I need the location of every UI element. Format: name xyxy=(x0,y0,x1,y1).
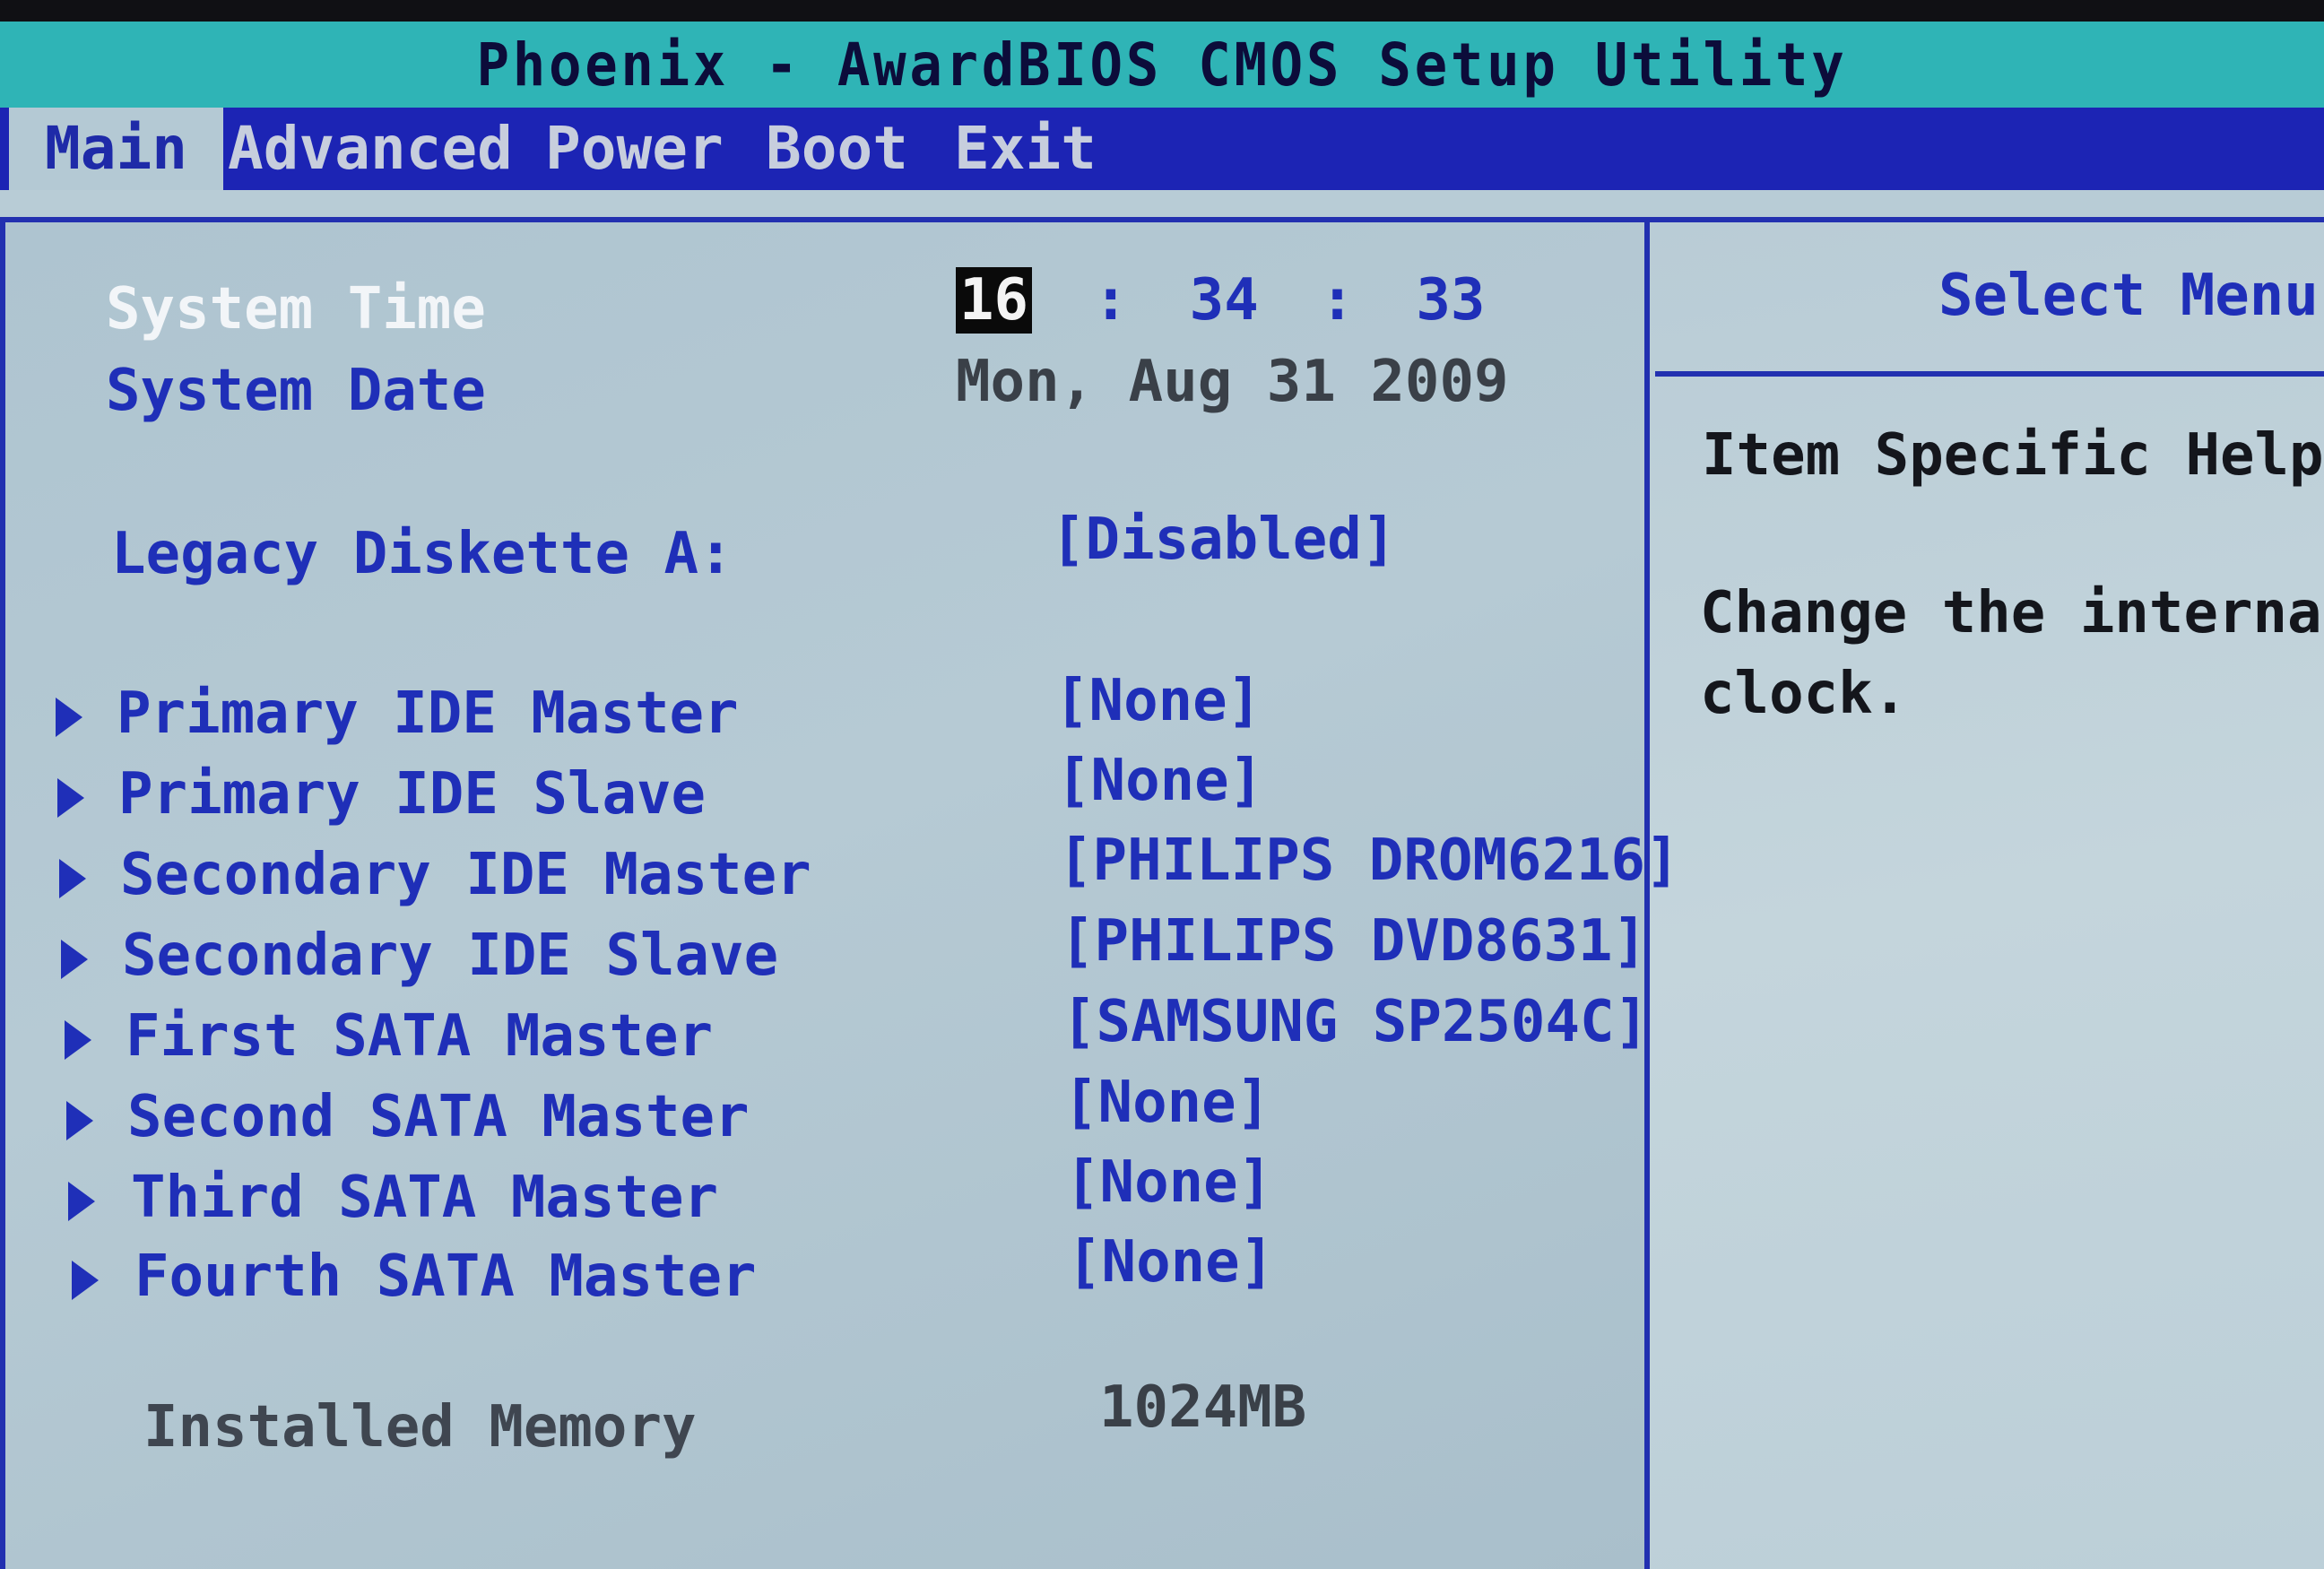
drive-item-secondary-ide-slave[interactable]: Secondary IDE Slave xyxy=(122,920,778,992)
time-minute-field[interactable]: 34 xyxy=(1190,267,1259,334)
bios-screen: Phoenix - AwardBIOS CMOS Setup Utility M… xyxy=(0,0,2324,1569)
drive-item-third-sata-master[interactable]: Third SATA Master xyxy=(131,1162,718,1234)
menu-tab-boot[interactable]: Boot xyxy=(766,108,908,190)
help-description-line-1: Change the internal xyxy=(1700,580,2324,646)
installed-memory-value: 1024MB xyxy=(1099,1374,1307,1441)
submenu-arrow-icon xyxy=(61,940,88,979)
screen-top-edge xyxy=(0,0,2324,22)
submenu-arrow-icon xyxy=(57,778,84,818)
system-date-label: System Date xyxy=(106,358,486,424)
drive-value-third-sata-master: [None] xyxy=(1065,1149,1273,1216)
menu-bar: Main Advanced Power Boot Exit xyxy=(0,108,2324,194)
time-separator: : xyxy=(1093,267,1129,334)
menu-separator-band xyxy=(0,190,2324,217)
time-second-field[interactable]: 33 xyxy=(1416,267,1485,334)
submenu-arrow-icon xyxy=(68,1182,95,1221)
help-panel-divider xyxy=(1655,371,2324,377)
submenu-arrow-icon xyxy=(66,1101,93,1140)
title-bar: Phoenix - AwardBIOS CMOS Setup Utility xyxy=(0,22,2324,108)
menu-tab-main[interactable]: Main xyxy=(9,108,223,194)
menu-tab-advanced[interactable]: Advanced xyxy=(228,108,513,190)
menu-tab-power[interactable]: Power xyxy=(545,108,724,190)
drive-item-primary-ide-master[interactable]: Primary IDE Master xyxy=(117,678,739,750)
system-date-value[interactable]: Mon, Aug 31 2009 xyxy=(956,346,1509,418)
drive-item-first-sata-master[interactable]: First SATA Master xyxy=(126,1001,713,1072)
help-description-line-2: clock. xyxy=(1700,661,1908,727)
drive-item-secondary-ide-master[interactable]: Secondary IDE Master xyxy=(120,839,811,911)
drive-value-secondary-ide-master: [PHILIPS DROM6216] xyxy=(1058,828,1680,894)
drive-value-first-sata-master: [SAMSUNG SP2504C] xyxy=(1062,989,1650,1055)
drive-value-primary-ide-slave: [None] xyxy=(1056,748,1264,814)
installed-memory-label: Installed Memory xyxy=(143,1394,697,1461)
item-specific-help-heading: Item Specific Help xyxy=(1702,412,2324,498)
window-title: Phoenix - AwardBIOS CMOS Setup Utility xyxy=(476,30,1848,100)
submenu-arrow-icon xyxy=(72,1261,99,1300)
drive-value-second-sata-master: [None] xyxy=(1063,1070,1271,1136)
submenu-arrow-icon xyxy=(65,1020,91,1060)
system-time-value[interactable]: 16 : 34 : 33 xyxy=(956,264,1485,336)
drive-value-fourth-sata-master: [None] xyxy=(1067,1229,1275,1296)
submenu-arrow-icon xyxy=(59,859,86,898)
time-hour-field[interactable]: 16 xyxy=(956,267,1033,334)
menu-tab-exit[interactable]: Exit xyxy=(954,108,1097,190)
drive-value-secondary-ide-slave: [PHILIPS DVD8631] xyxy=(1060,908,1648,975)
system-time-label: System Time xyxy=(106,276,486,342)
time-separator: : xyxy=(1320,267,1355,334)
item-specific-help-text: Item Specific Help xyxy=(1702,422,2324,489)
select-menu-heading: Select Menu xyxy=(1938,263,2319,329)
drive-item-primary-ide-slave[interactable]: Primary IDE Slave xyxy=(118,758,706,830)
submenu-arrow-icon xyxy=(56,698,82,737)
drive-item-fourth-sata-master[interactable]: Fourth SATA Master xyxy=(134,1241,757,1313)
drive-value-primary-ide-master: [None] xyxy=(1054,668,1262,734)
drive-item-second-sata-master[interactable]: Second SATA Master xyxy=(127,1081,750,1153)
legacy-diskette-value[interactable]: [Disabled] xyxy=(1051,504,1396,576)
legacy-diskette-label: Legacy Diskette A: xyxy=(111,521,733,587)
